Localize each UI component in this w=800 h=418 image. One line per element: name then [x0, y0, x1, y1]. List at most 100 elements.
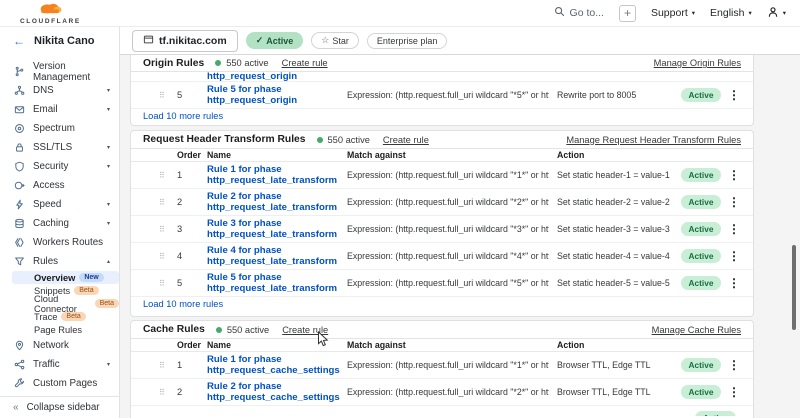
rule-action: Set static header-1 = value-1 — [549, 170, 679, 180]
rule-order: 4 — [177, 251, 199, 261]
goto-search[interactable]: Go to... — [554, 6, 604, 20]
account-header[interactable]: ← Nikita Cano — [0, 27, 119, 55]
rule-expression: Expression: (http.request.full_uri wildc… — [339, 360, 549, 370]
spectrum-icon — [14, 123, 25, 134]
kebab-menu-icon[interactable]: ⋮ — [728, 249, 740, 263]
sidebar-item-version-management[interactable]: Version Management — [0, 62, 119, 81]
drag-handle-icon[interactable]: ⠿ — [159, 279, 177, 288]
collapse-label: Collapse sidebar — [27, 402, 100, 413]
section-header: Request Header Transform Rules 550 activ… — [131, 131, 753, 149]
drag-handle-icon[interactable]: ⠿ — [159, 171, 177, 180]
chevron-down-icon: ▾ — [107, 201, 110, 208]
manage-request-header-transform-rules-link[interactable]: Manage Request Header Transform Rules — [566, 135, 741, 145]
user-account-menu[interactable]: ▾ — [767, 6, 786, 21]
sidebar-item-workers-routes[interactable]: Workers Routes — [0, 233, 119, 252]
star-button[interactable]: ☆ Star — [311, 32, 359, 49]
chevron-down-icon: ▾ — [692, 9, 695, 17]
star-icon: ☆ — [321, 35, 329, 46]
sidebar-item-cloud-connector[interactable]: Cloud Connector Beta — [0, 297, 119, 310]
rule-name-link[interactable]: Rule 5 for phase http_request_origin — [199, 84, 339, 106]
rule-name-link[interactable]: Rule 1 for phase http_request_late_trans… — [199, 164, 339, 186]
rule-name-link[interactable]: Rule 5 for phase http_request_late_trans… — [199, 272, 339, 294]
rule-name-link[interactable]: Rule 4 for phase http_request_late_trans… — [199, 245, 339, 267]
language-label: English — [710, 7, 744, 19]
sidebar-item-access[interactable]: Access — [0, 176, 119, 195]
column-action: Action — [549, 150, 679, 160]
back-arrow-icon[interactable]: ← — [13, 34, 25, 48]
lock-icon — [14, 142, 25, 153]
brand-wordmark: CLOUDFLARE — [20, 19, 81, 26]
sidebar-item-speed[interactable]: Speed ▾ — [0, 195, 119, 214]
sidebar-item-label: Access — [33, 180, 65, 191]
drag-handle-icon[interactable]: ⠿ — [159, 252, 177, 261]
rule-name-link[interactable]: Rule 1 for phase http_request_cache_sett… — [199, 354, 339, 376]
rule-order: 1 — [177, 170, 199, 180]
kebab-menu-icon[interactable]: ⋮ — [728, 88, 740, 102]
sidebar-item-spectrum[interactable]: Spectrum — [0, 119, 119, 138]
rule-name-line1: Rule 4 for phase — [207, 245, 339, 256]
cache-rules-section: Cache Rules 550 active Create rule Manag… — [130, 320, 754, 418]
rule-name-link[interactable]: Rule 2 for phase http_request_cache_sett… — [199, 381, 339, 403]
sidebar-subitem-label: Trace — [34, 312, 57, 322]
kebab-menu-icon[interactable]: ⋮ — [728, 168, 740, 182]
create-rule-link[interactable]: Create rule — [282, 58, 328, 68]
manage-cache-rules-link[interactable]: Manage Cache Rules — [652, 325, 741, 335]
sidebar-item-dns[interactable]: DNS ▾ — [0, 81, 119, 100]
language-menu[interactable]: English ▾ — [710, 7, 752, 19]
support-menu[interactable]: Support ▾ — [651, 7, 695, 19]
sidebar-item-label: SSL/TLS — [33, 142, 72, 153]
kebab-menu-icon[interactable]: ⋮ — [728, 195, 740, 209]
sidebar-subitem-label: Page Rules — [34, 325, 82, 335]
table-row: ⠿ 2 Rule 2 for phase http_request_cache_… — [131, 379, 753, 406]
sidebar-item-network[interactable]: Network — [0, 336, 119, 355]
pin-icon — [14, 340, 25, 351]
rule-action: Set static header-2 = value-2 — [549, 197, 679, 207]
main-content: Origin Rules 550 active Create rule Mana… — [120, 55, 800, 418]
rule-name-link[interactable]: Rule 3 for phase http_request_late_trans… — [199, 218, 339, 240]
goto-label: Go to... — [570, 7, 604, 19]
active-count: 550 active — [328, 135, 370, 145]
kebab-menu-icon[interactable]: ⋮ — [728, 358, 740, 372]
rule-name-link[interactable]: Rule 2 for phase http_request_late_trans… — [199, 191, 339, 213]
collapse-sidebar-button[interactable]: « Collapse sidebar — [0, 396, 119, 418]
zone-selector[interactable]: tf.nikitac.com — [132, 30, 238, 52]
sidebar-item-ssl-tls[interactable]: SSL/TLS ▾ — [0, 138, 119, 157]
kebab-menu-icon[interactable]: ⋮ — [728, 385, 740, 399]
sidebar-item-custom-pages[interactable]: Custom Pages — [0, 374, 119, 393]
vertical-scrollbar-thumb[interactable] — [792, 245, 796, 330]
cloudflare-logo[interactable]: CLOUDFLARE — [20, 1, 81, 26]
table-row: ⠿ 5 Rule 5 for phase http_request_late_t… — [131, 270, 753, 297]
status-badge: Active — [681, 222, 722, 236]
sidebar-item-rules[interactable]: Rules ▴ — [0, 252, 119, 271]
rule-name-line1: Rule 2 for phase — [207, 191, 339, 202]
load-more-rules-link[interactable]: Load 10 more rules — [131, 297, 753, 311]
drag-handle-icon[interactable]: ⠿ — [159, 198, 177, 207]
traffic-icon — [14, 359, 25, 370]
sidebar-item-security[interactable]: Security ▾ — [0, 157, 119, 176]
drag-handle-icon[interactable]: ⠿ — [159, 388, 177, 397]
drag-handle-icon[interactable]: ⠿ — [159, 225, 177, 234]
rule-name-line1: Rule 1 for phase — [207, 354, 339, 365]
sidebar-item-label: DNS — [33, 85, 54, 96]
sidebar-item-label: Workers Routes — [33, 237, 103, 248]
drag-handle-icon[interactable]: ⠿ — [159, 91, 177, 100]
sidebar-item-traffic[interactable]: Traffic ▾ — [0, 355, 119, 374]
sidebar-item-label: Caching — [33, 218, 69, 229]
account-name: Nikita Cano — [34, 35, 95, 47]
create-rule-link[interactable]: Create rule — [383, 135, 429, 145]
manage-origin-rules-link[interactable]: Manage Origin Rules — [654, 58, 741, 68]
plan-badge: Enterprise plan — [367, 33, 448, 49]
kebab-menu-icon[interactable]: ⋮ — [728, 276, 740, 290]
sidebar-item-email[interactable]: Email ▾ — [0, 100, 119, 119]
sidebar-item-overview[interactable]: Overview New — [12, 271, 119, 284]
create-rule-link[interactable]: Create rule — [282, 325, 328, 335]
lightning-icon — [14, 199, 25, 210]
kebab-menu-icon[interactable]: ⋮ — [728, 222, 740, 236]
load-more-rules-link[interactable]: Load 10 more rules — [131, 109, 753, 123]
add-button[interactable]: + — [619, 5, 636, 22]
drag-handle-icon[interactable]: ⠿ — [159, 361, 177, 370]
rule-name-line1: Rule 5 for phase — [207, 84, 339, 95]
sidebar-item-page-rules[interactable]: Page Rules — [0, 323, 119, 336]
sidebar-item-caching[interactable]: Caching ▾ — [0, 214, 119, 233]
sidebar-item-label: Email — [33, 104, 58, 115]
